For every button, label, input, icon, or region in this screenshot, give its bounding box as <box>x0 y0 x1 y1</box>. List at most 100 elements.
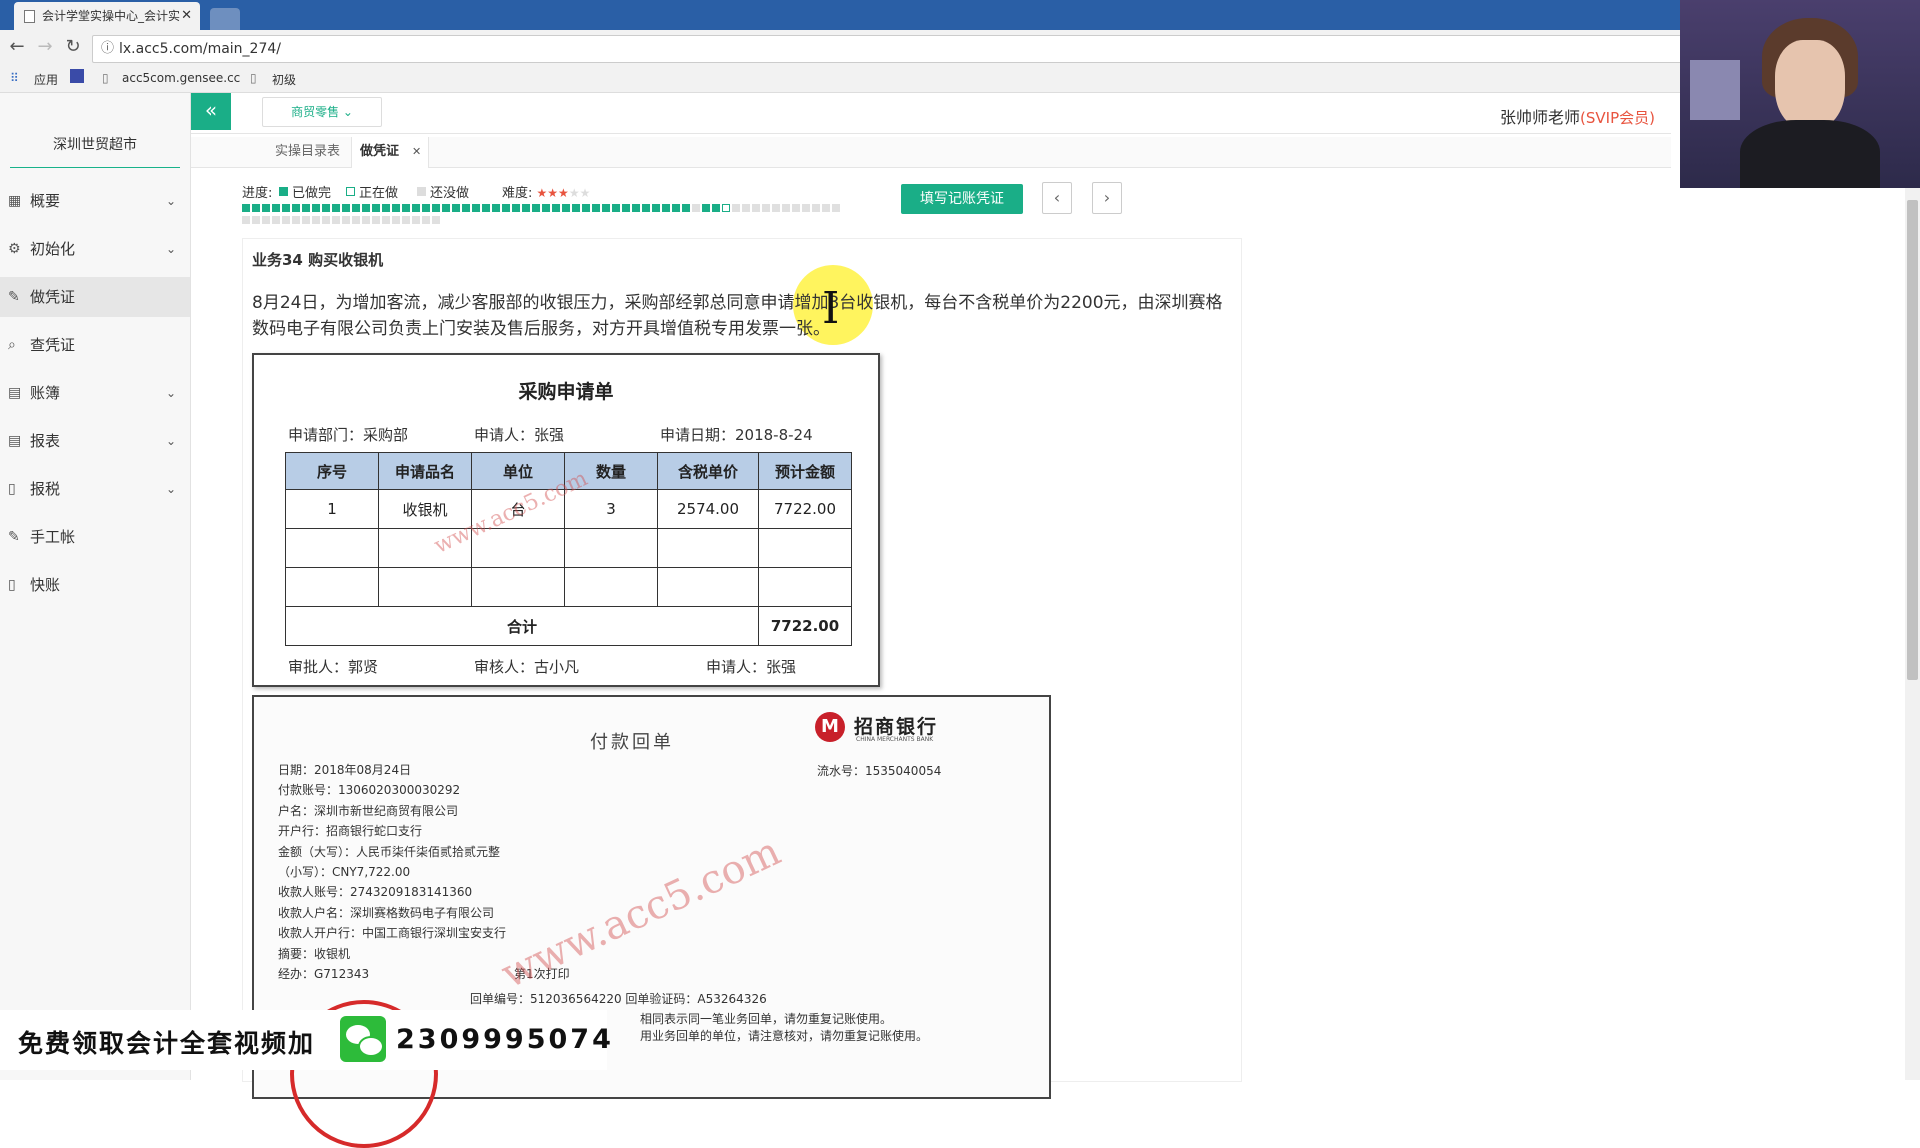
progress-cell[interactable] <box>392 216 400 224</box>
progress-cell[interactable] <box>382 204 390 212</box>
progress-cell[interactable] <box>702 204 710 212</box>
sidebar-item[interactable]: ⌕ 查凭证 <box>0 325 190 365</box>
progress-cell[interactable] <box>762 204 770 212</box>
progress-cell[interactable] <box>262 216 270 224</box>
progress-cell[interactable] <box>392 204 400 212</box>
new-tab-button[interactable] <box>210 8 240 30</box>
fill-voucher-button[interactable]: 填写记账凭证 <box>901 184 1023 214</box>
progress-cell[interactable] <box>312 216 320 224</box>
progress-cell[interactable] <box>332 216 340 224</box>
progress-cell[interactable] <box>432 216 440 224</box>
progress-cell[interactable] <box>422 204 430 212</box>
progress-cell[interactable] <box>602 204 610 212</box>
progress-cell[interactable] <box>312 204 320 212</box>
url-bar[interactable]: ⓘ lx.acc5.com/main_274/ <box>92 35 1682 63</box>
progress-cell[interactable] <box>772 204 780 212</box>
progress-cell[interactable] <box>742 204 750 212</box>
bookmark-gensee[interactable]: acc5com.gensee.cc <box>122 71 240 85</box>
prev-button[interactable]: ‹ <box>1042 182 1072 214</box>
progress-cell[interactable] <box>812 204 820 212</box>
progress-cell[interactable] <box>372 204 380 212</box>
progress-cell[interactable] <box>292 216 300 224</box>
next-button[interactable]: › <box>1092 182 1122 214</box>
progress-cell[interactable] <box>322 216 330 224</box>
progress-cell[interactable] <box>302 204 310 212</box>
bookmark-apps[interactable]: 应用 <box>34 71 58 88</box>
tab-voucher[interactable]: 做凭证 ✕ <box>351 137 429 168</box>
progress-cell[interactable] <box>342 216 350 224</box>
progress-cell[interactable] <box>662 204 670 212</box>
progress-cell[interactable] <box>352 204 360 212</box>
browser-tab[interactable]: 会计学堂实操中心_会计实 ✕ <box>14 2 200 30</box>
sidebar-item[interactable]: ▯ 报税 ⌄ <box>0 469 190 509</box>
progress-cell[interactable] <box>582 204 590 212</box>
progress-cell[interactable] <box>682 204 690 212</box>
tab-close-icon[interactable]: ✕ <box>181 2 192 30</box>
bookmark-junior[interactable]: 初级 <box>272 71 296 88</box>
forward-icon[interactable]: → <box>34 36 56 57</box>
progress-cell[interactable] <box>402 216 410 224</box>
collapse-sidebar-button[interactable]: « <box>191 93 231 130</box>
sidebar-item[interactable]: ▦ 概要 ⌄ <box>0 181 190 221</box>
industry-select[interactable]: 商贸零售 ⌄ <box>262 97 382 127</box>
progress-cell[interactable] <box>672 204 680 212</box>
progress-cell[interactable] <box>622 204 630 212</box>
tab-close-icon[interactable]: ✕ <box>412 137 421 167</box>
sidebar-item[interactable]: ▯ 快账 <box>0 565 190 605</box>
scrollbar-thumb[interactable] <box>1907 200 1918 680</box>
progress-cell[interactable] <box>372 216 380 224</box>
progress-cell[interactable] <box>352 216 360 224</box>
tab-catalog[interactable]: 实操目录表 <box>275 137 340 167</box>
progress-cell[interactable] <box>472 204 480 212</box>
progress-cell[interactable] <box>282 216 290 224</box>
progress-cell[interactable] <box>832 204 840 212</box>
progress-cell[interactable] <box>412 204 420 212</box>
progress-cell[interactable] <box>542 204 550 212</box>
progress-cell[interactable] <box>322 204 330 212</box>
sidebar-item[interactable]: ▤ 报表 ⌄ <box>0 421 190 461</box>
sidebar-item[interactable]: ▤ 账簿 ⌄ <box>0 373 190 413</box>
progress-cell[interactable] <box>592 204 600 212</box>
progress-cell[interactable] <box>492 204 500 212</box>
progress-cell[interactable] <box>412 216 420 224</box>
progress-cell[interactable] <box>242 204 250 212</box>
progress-cell[interactable] <box>332 204 340 212</box>
progress-cell[interactable] <box>782 204 790 212</box>
progress-cell[interactable] <box>422 216 430 224</box>
progress-cell[interactable] <box>632 204 640 212</box>
back-icon[interactable]: ← <box>6 36 28 57</box>
progress-cell[interactable] <box>462 204 470 212</box>
progress-cell[interactable] <box>792 204 800 212</box>
progress-cell[interactable] <box>272 216 280 224</box>
sidebar-item[interactable]: ⚙ 初始化 ⌄ <box>0 229 190 269</box>
progress-cell[interactable] <box>642 204 650 212</box>
progress-cell[interactable] <box>512 204 520 212</box>
progress-cell[interactable] <box>732 204 740 212</box>
progress-cell[interactable] <box>382 216 390 224</box>
progress-cell[interactable] <box>362 204 370 212</box>
progress-cell[interactable] <box>272 204 280 212</box>
progress-cell[interactable] <box>802 204 810 212</box>
progress-cell[interactable] <box>362 216 370 224</box>
progress-cell[interactable] <box>252 204 260 212</box>
progress-cell[interactable] <box>572 204 580 212</box>
progress-cell[interactable] <box>302 216 310 224</box>
progress-cell[interactable] <box>552 204 560 212</box>
progress-cell[interactable] <box>722 204 730 212</box>
progress-cell[interactable] <box>712 204 720 212</box>
progress-cell[interactable] <box>522 204 530 212</box>
progress-cell[interactable] <box>432 204 440 212</box>
progress-cell[interactable] <box>502 204 510 212</box>
progress-cell[interactable] <box>692 204 700 212</box>
progress-cell[interactable] <box>532 204 540 212</box>
progress-cell[interactable] <box>402 204 410 212</box>
progress-cell[interactable] <box>442 204 450 212</box>
progress-cell[interactable] <box>292 204 300 212</box>
progress-cell[interactable] <box>652 204 660 212</box>
progress-cell[interactable] <box>612 204 620 212</box>
progress-cell[interactable] <box>262 204 270 212</box>
progress-cell[interactable] <box>482 204 490 212</box>
progress-cell[interactable] <box>252 216 260 224</box>
progress-cell[interactable] <box>342 204 350 212</box>
progress-cell[interactable] <box>822 204 830 212</box>
